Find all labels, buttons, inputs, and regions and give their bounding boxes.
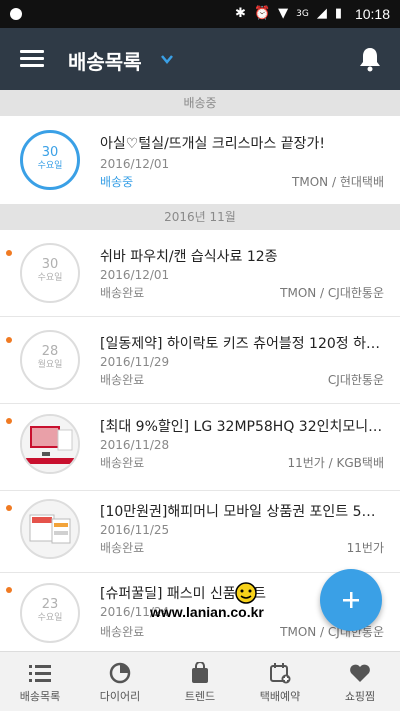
list-item[interactable]: [최대 9%할인] LG 32MP58HQ 32인치모니터 / IP… 2016… [0,404,400,490]
days-circle: 30 수요일 [20,243,80,303]
nav-label: 쇼핑찜 [344,690,376,703]
pie-chart-icon [109,662,131,684]
nav-label: 트렌드 [184,690,216,703]
days-circle: 23 수요일 [20,583,80,643]
item-date: 2016/11/25 [100,523,170,537]
item-carrier: CJ대한통운 [327,373,384,387]
new-indicator-dot [6,418,12,424]
item-status: 배송완료 [100,456,145,470]
days-number: 30 [41,257,59,272]
gift-card-image-icon [22,501,78,557]
list-item[interactable]: 30 수요일 쉬바 파우치/캔 습식사료 12종 2016/12/01 배송완료… [0,230,400,316]
item-title: 쉬바 파우치/캔 습식사료 12종 [100,249,278,265]
days-label: 월요일 [37,360,63,370]
nav-label: 택배예약 [259,690,301,703]
bell-icon[interactable] [358,46,382,72]
new-indicator-dot [6,505,12,511]
days-label: 수요일 [37,613,63,623]
item-date: 2016/12/01 [100,157,170,171]
nav-item-diary[interactable]: 다이어리 [80,652,160,711]
calendar-add-icon [270,663,291,684]
bluetooth-icon: ✱ [235,6,246,21]
gift-card-thumbnail [20,499,80,559]
nav-label: 다이어리 [99,690,141,703]
item-date: 2016/12/01 [100,268,170,282]
days-circle: 28 월요일 [20,330,80,390]
status-bar: ✱ ⏰ ▼ 3G ◢ ▮ 10:18 [0,0,400,28]
network-3g-icon: 3G [296,8,309,19]
nav-item-wishlist[interactable]: 쇼핑찜 [320,652,400,711]
item-carrier: 11번가 [346,541,384,555]
list-item[interactable]: 30 수요일 아실♡털실/뜨개실 크리스마스 끝장가! 2016/12/01 배… [0,116,400,204]
app-bar: 배송목록 [0,28,400,90]
watermark-text: www.lanian.co.kr [150,604,264,620]
days-number: 28 [41,344,59,359]
days-circle: 30 수요일 [20,130,80,190]
plus-icon [343,592,359,608]
item-title: [10만원권]해피머니 모바일 상품권 포인트 5% 적립! [100,504,384,520]
section-header-month: 2016년 11월 [0,204,400,230]
heart-icon [350,664,370,682]
nav-item-trend[interactable]: 트렌드 [160,652,240,711]
nav-item-reservation[interactable]: 택배예약 [240,652,320,711]
menu-icon[interactable] [20,50,44,68]
item-title: 아실♡털실/뜨개실 크리스마스 끝장가! [100,136,325,152]
chevron-down-icon[interactable] [160,52,174,66]
monitor-thumbnail [20,414,80,474]
item-date: 2016/11/29 [100,355,170,369]
new-indicator-dot [6,250,12,256]
item-title: [일동제약] 하이락토 키즈 츄어블정 120정 하이락… [100,336,384,352]
section-header-in-transit: 배송중 [0,90,400,116]
nav-label: 배송목록 [19,690,61,703]
days-number: 30 [41,145,59,160]
item-carrier: TMON / CJ대한통운 [280,286,384,300]
new-indicator-dot [6,337,12,343]
alarm-icon: ⏰ [253,6,271,21]
list-icon [29,665,51,682]
days-label: 수요일 [37,161,63,171]
shopping-bag-icon [192,662,208,683]
item-title: [최대 9%할인] LG 32MP58HQ 32인치모니터 / IP… [100,419,384,435]
item-status: 배송완료 [100,286,145,300]
notification-dot-icon [10,8,22,20]
monitor-image-icon [22,416,78,472]
item-status: 배송완료 [100,373,145,387]
page-title[interactable]: 배송목록 [68,46,142,75]
watermark: www.lanian.co.kr [150,578,280,630]
add-delivery-button[interactable] [320,569,382,631]
signal-icon: ◢ [316,6,327,21]
days-label: 수요일 [37,273,63,283]
bottom-nav: 배송목록 다이어리 트렌드 택배예약 쇼핑찜 [0,651,400,711]
status-time: 10:18 [354,6,390,22]
item-carrier: 11번가 / KGB택배 [287,456,384,470]
item-date: 2016/11/28 [100,438,170,452]
wifi-icon: ▼ [278,6,289,21]
item-status: 배송완료 [100,625,145,639]
days-number: 23 [41,597,59,612]
item-status: 배송완료 [100,541,145,555]
status-icons: ✱ ⏰ ▼ 3G ◢ ▮ [235,6,342,21]
battery-icon: ▮ [334,6,342,21]
item-status: 배송중 [100,175,134,189]
item-carrier: TMON / 현대택배 [292,175,384,189]
nav-item-delivery-list[interactable]: 배송목록 [0,652,80,711]
list-item[interactable]: [10만원권]해피머니 모바일 상품권 포인트 5% 적립! 2016/11/2… [0,491,400,572]
new-indicator-dot [6,587,12,593]
list-item[interactable]: 28 월요일 [일동제약] 하이락토 키즈 츄어블정 120정 하이락… 201… [0,317,400,403]
